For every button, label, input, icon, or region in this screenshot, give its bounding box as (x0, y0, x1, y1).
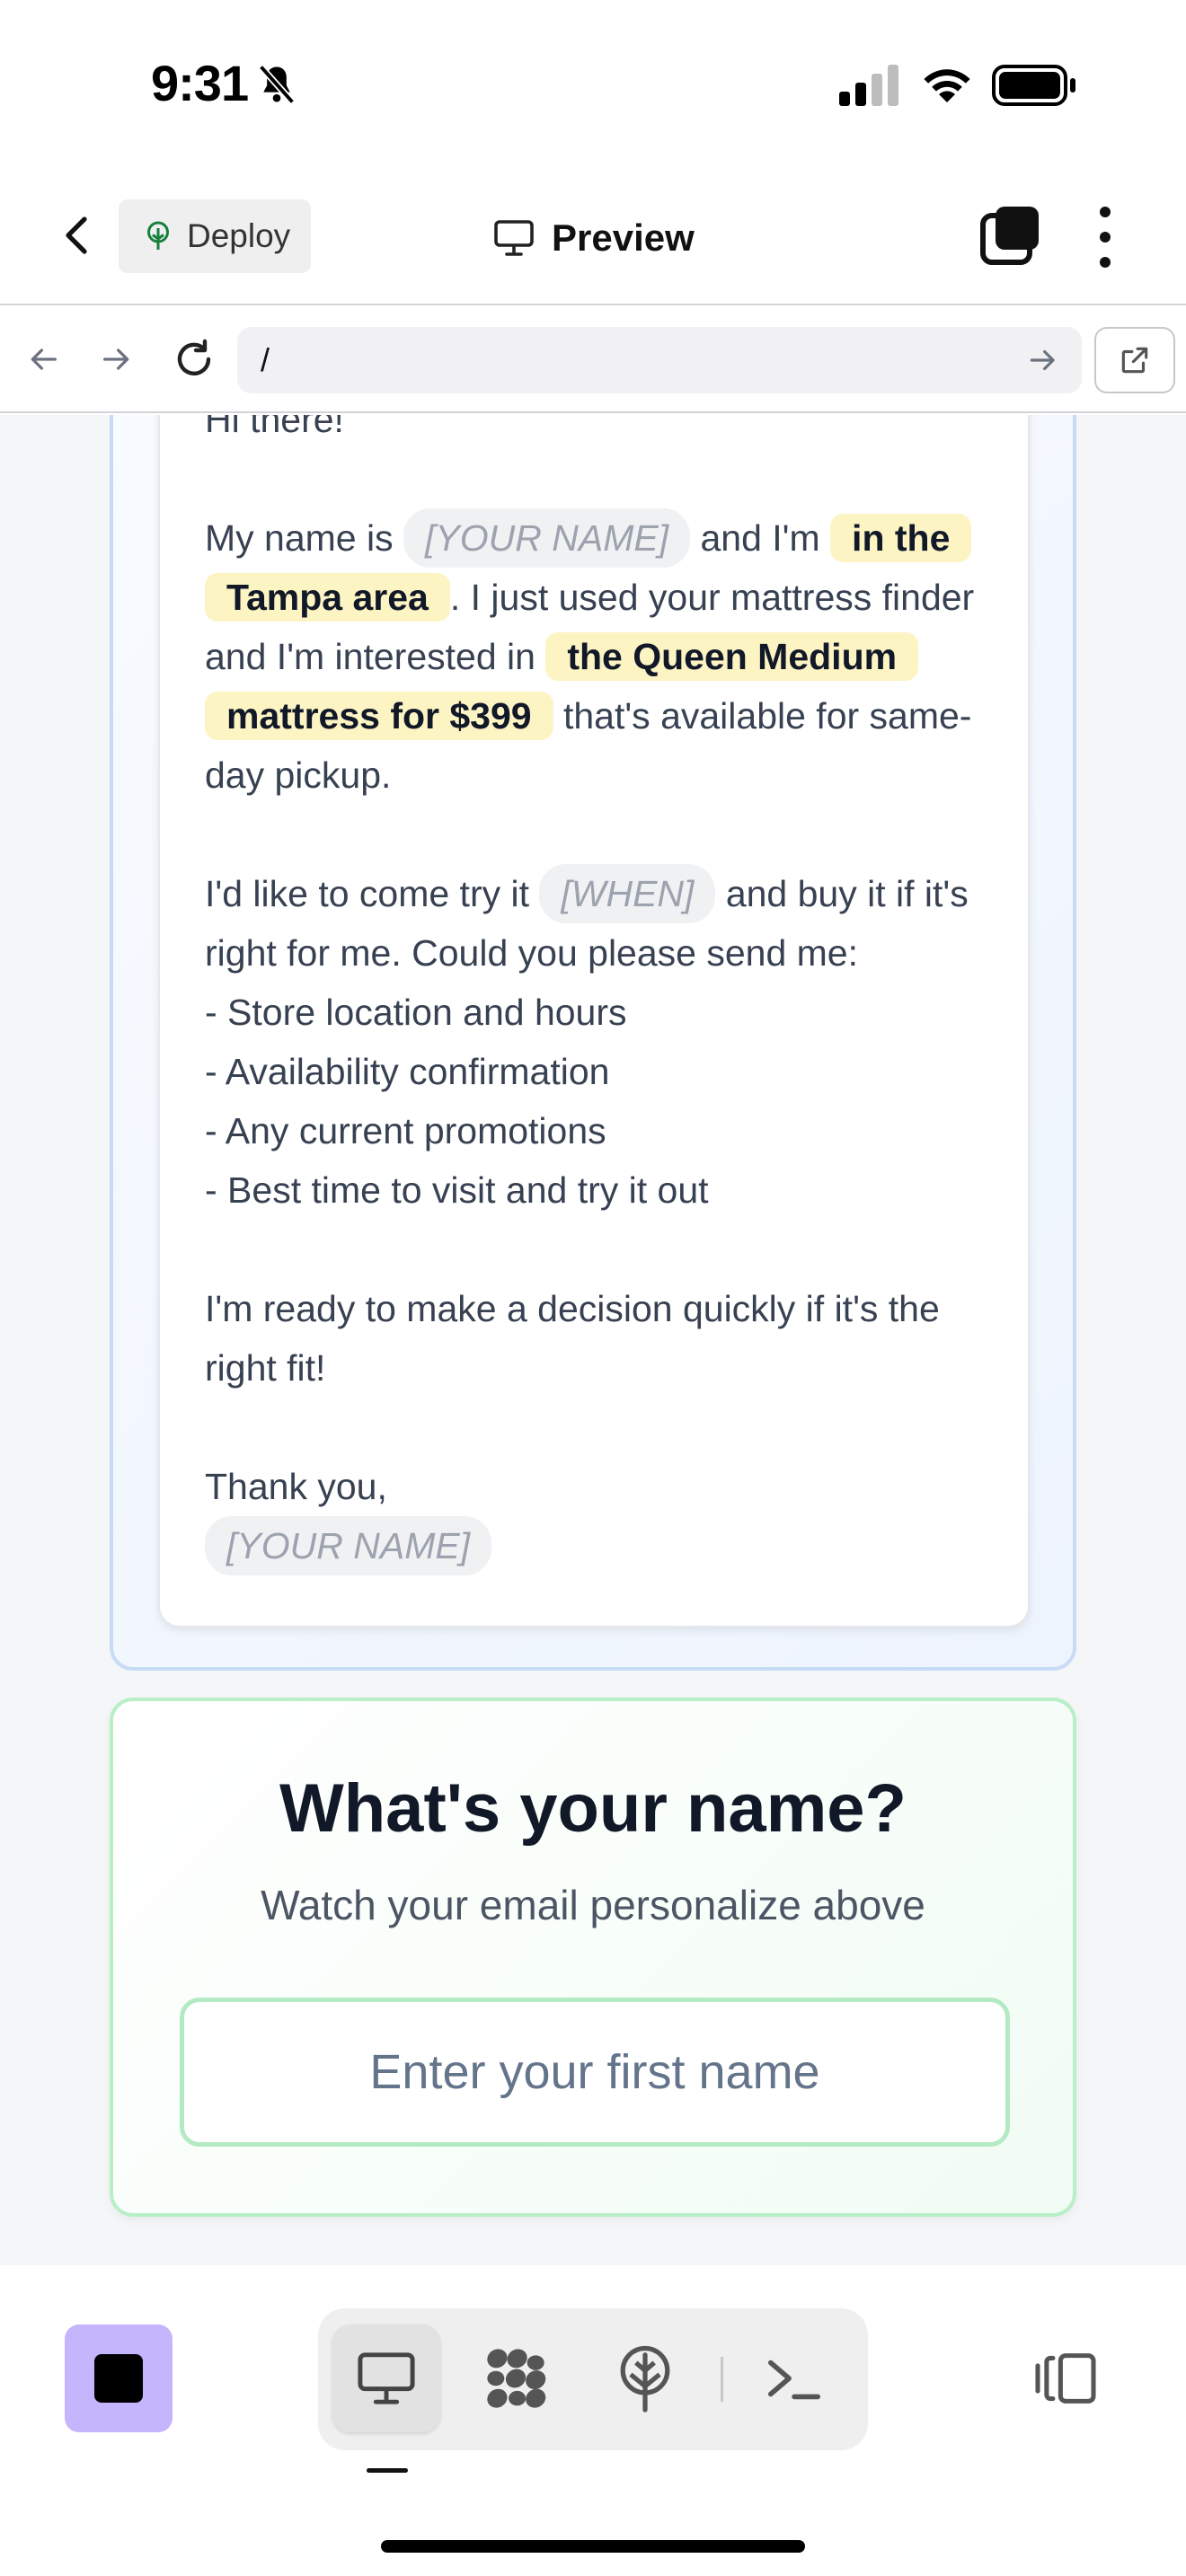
list-item: - Any current promotions (205, 1110, 606, 1151)
url-text: / (261, 341, 270, 378)
tool-group (318, 2308, 868, 2450)
deploy-button[interactable]: Deploy (119, 199, 311, 273)
email-paragraph-request: I'd like to come try it [WHEN] and buy i… (205, 864, 1013, 1220)
email-paragraph-intro: My name is [YOUR NAME] and I'm in the Ta… (205, 508, 1013, 805)
battery-icon (992, 65, 1075, 106)
active-tool-indicator (367, 2468, 408, 2473)
stop-icon (94, 2354, 143, 2403)
tree-icon (147, 221, 169, 250)
cellular-signal-icon (839, 65, 898, 106)
wifi-icon (924, 69, 970, 102)
browser-forward-button[interactable] (92, 334, 142, 384)
email-greeting: Hi there! (205, 415, 344, 440)
list-item: - Availability confirmation (205, 1051, 610, 1092)
email-signoff: Thank you, [YOUR NAME] (205, 1457, 1013, 1575)
reload-button[interactable] (169, 334, 219, 384)
panel-toggle-icon (1035, 2353, 1096, 2404)
arrow-left-icon (31, 348, 57, 370)
preview-label: Preview (552, 216, 695, 259)
url-bar: / (0, 307, 1186, 413)
open-external-button[interactable] (1094, 327, 1175, 393)
deploy-tool-button[interactable] (591, 2325, 699, 2432)
email-card: Hi there! My name is [YOUR NAME] and I'm… (158, 415, 1030, 1628)
first-name-input[interactable] (180, 1998, 1010, 2147)
tabs-icon[interactable] (979, 205, 1040, 266)
deploy-label: Deploy (187, 217, 291, 254)
preview-tool-button[interactable] (332, 2325, 440, 2432)
name-entry-card: What's your name? Watch your email perso… (110, 1698, 1076, 2217)
monitor-icon (494, 220, 534, 256)
url-input[interactable]: / (237, 327, 1082, 393)
top-nav: Deploy Preview (0, 171, 1186, 305)
bottom-toolbar (0, 2265, 1186, 2576)
preview-content[interactable]: Hi there! My name is [YOUR NAME] and I'm… (0, 415, 1186, 2265)
home-indicator (381, 2540, 805, 2553)
email-text: My name is (205, 517, 403, 559)
status-bar: 9:31 (0, 0, 1186, 171)
name-placeholder: [YOUR NAME] (403, 508, 691, 568)
panel-toggle-button[interactable] (1030, 2328, 1102, 2429)
email-body: Hi there! My name is [YOUR NAME] and I'm… (205, 415, 1013, 1575)
deploy-tree-icon (620, 2345, 670, 2413)
toolbar-divider (721, 2357, 723, 2402)
preview-title: Preview (492, 207, 695, 269)
external-link-icon (1121, 347, 1148, 374)
reload-icon (177, 339, 211, 375)
email-text: and I'm (690, 517, 831, 559)
stop-button[interactable] (65, 2325, 173, 2432)
go-arrow-icon[interactable] (1026, 343, 1060, 377)
monitor-icon (358, 2352, 415, 2404)
name-card-title: What's your name? (279, 1770, 907, 1847)
list-item: - Store location and hours (205, 992, 627, 1033)
signoff-text: Thank you, (205, 1466, 387, 1507)
bell-slash-icon (258, 65, 296, 104)
apps-grid-icon (487, 2349, 546, 2408)
apps-tool-button[interactable] (462, 2325, 570, 2432)
more-vertical-icon[interactable] (1087, 203, 1123, 271)
browser-back-button[interactable] (18, 334, 68, 384)
list-item: - Best time to visit and try it out (205, 1169, 709, 1211)
email-preview-panel: Hi there! My name is [YOUR NAME] and I'm… (110, 415, 1076, 1671)
signature-placeholder: [YOUR NAME] (205, 1516, 492, 1575)
name-card-subtitle: Watch your email personalize above (261, 1882, 925, 1928)
back-button[interactable] (50, 208, 104, 262)
terminal-icon (767, 2360, 821, 2400)
arrow-right-icon (103, 348, 129, 370)
chevron-left-icon (66, 216, 87, 254)
email-paragraph-closing: I'm ready to make a decision quickly if … (205, 1288, 940, 1389)
when-placeholder: [WHEN] (539, 864, 716, 923)
terminal-tool-button[interactable] (740, 2325, 848, 2432)
status-time: 9:31 (151, 55, 249, 111)
email-text: I'd like to come try it (205, 873, 540, 914)
